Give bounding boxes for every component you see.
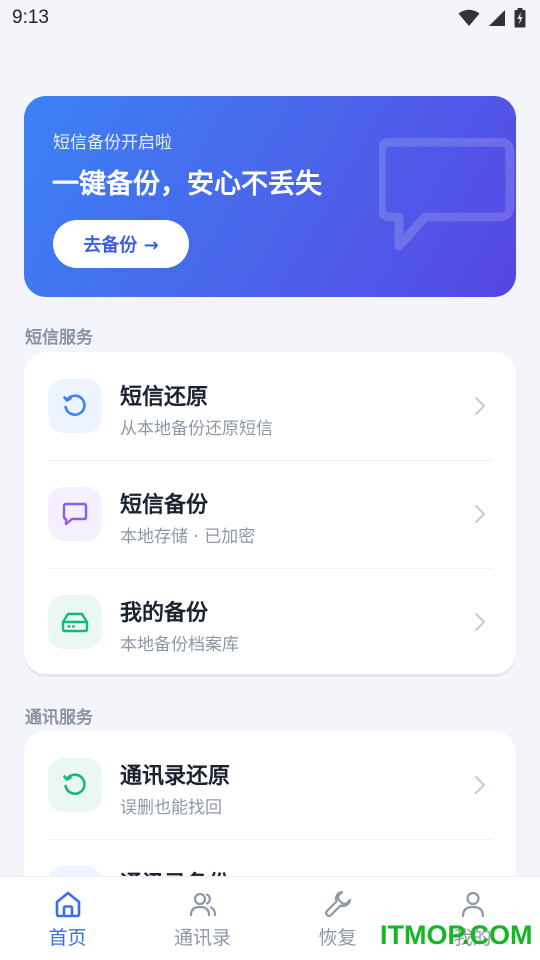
- wrench-icon: [324, 890, 351, 917]
- wifi-icon: [458, 9, 480, 26]
- item-desc: 本地存储 · 已加密: [120, 527, 256, 547]
- tab-label: 通讯录: [173, 927, 231, 949]
- item-title: 我的备份: [120, 601, 209, 626]
- banner-title: 一键备份，安心不丢失: [52, 169, 322, 200]
- contacts-icon: [189, 892, 216, 917]
- tab-home[interactable]: 首页: [0, 877, 135, 960]
- chevron-right-icon: [474, 612, 486, 632]
- chevron-right-icon: [474, 775, 486, 795]
- item-title: 通讯录还原: [120, 764, 231, 789]
- restore-icon: [48, 379, 102, 433]
- tab-label: 首页: [48, 927, 87, 949]
- message-icon: [48, 487, 102, 541]
- list-item-sms-backup[interactable]: 短信备份 本地存储 · 已加密: [24, 460, 516, 568]
- list-item-sms-restore[interactable]: 短信还原 从本地备份还原短信: [24, 352, 516, 460]
- item-desc: 本地备份档案库: [120, 635, 239, 655]
- chevron-right-icon: [474, 396, 486, 416]
- home-icon: [55, 891, 80, 918]
- chevron-right-icon: [474, 504, 486, 524]
- item-desc: 误删也能找回: [120, 798, 222, 818]
- status-time: 9:13: [12, 7, 49, 28]
- tab-label: 恢复: [318, 927, 357, 949]
- item-title: 短信备份: [120, 493, 209, 518]
- sms-service-card: 短信还原 从本地备份还原短信 短信备份 本地存储 · 已加密 我的备份 本地备份…: [24, 352, 516, 674]
- status-icons: [458, 8, 526, 28]
- drive-icon: [48, 595, 102, 649]
- watermark: ITMOP.COM: [380, 920, 533, 950]
- user-icon: [461, 891, 484, 918]
- go-backup-button[interactable]: 去备份 →: [53, 220, 189, 268]
- status-bar: 9:13: [0, 0, 540, 36]
- battery-icon: [514, 8, 526, 28]
- cellular-signal-icon: [489, 10, 505, 26]
- restore-icon: [48, 758, 102, 812]
- message-bubble-icon: [379, 138, 515, 251]
- item-desc: 从本地备份还原短信: [120, 419, 273, 439]
- list-item-my-backups[interactable]: 我的备份 本地备份档案库: [24, 568, 516, 676]
- list-item-contacts-restore[interactable]: 通讯录还原 误删也能找回: [24, 731, 516, 839]
- backup-banner: 短信备份开启啦 一键备份，安心不丢失 去备份 →: [24, 96, 516, 297]
- section-title-contacts: 通讯服务: [25, 708, 93, 728]
- banner-subtitle: 短信备份开启啦: [53, 133, 172, 153]
- tab-contacts[interactable]: 通讯录: [135, 877, 270, 960]
- item-title: 短信还原: [120, 385, 209, 410]
- section-title-sms: 短信服务: [25, 328, 93, 348]
